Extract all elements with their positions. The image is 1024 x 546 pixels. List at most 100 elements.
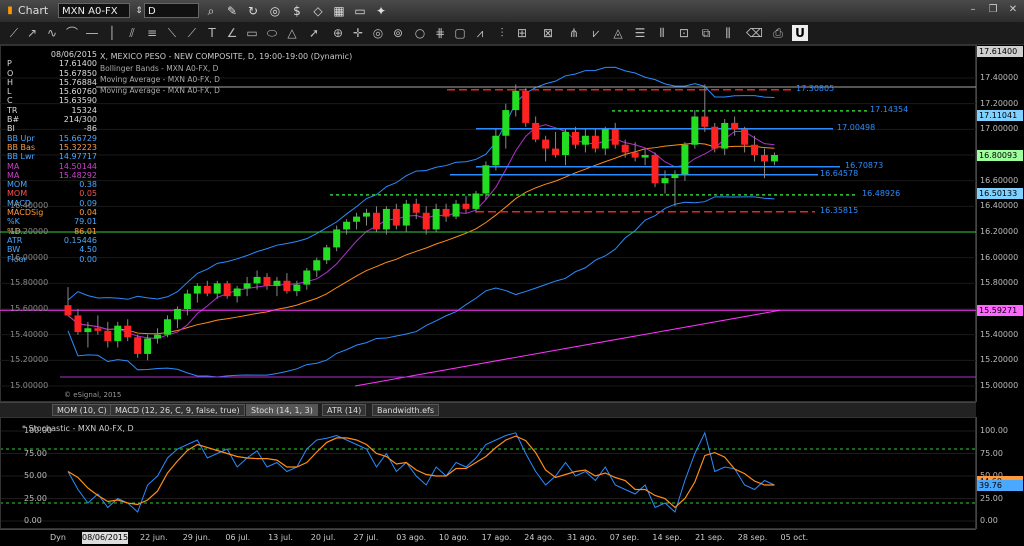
price-level-label: 17.00498 bbox=[837, 122, 876, 132]
tab-atr[interactable]: ATR (14) bbox=[322, 404, 367, 416]
candle-body bbox=[721, 122, 729, 149]
tab-bandwidth[interactable]: Bandwidth.efs bbox=[372, 404, 440, 416]
candle-body bbox=[333, 229, 341, 248]
candle-body bbox=[134, 337, 142, 354]
candle-body bbox=[392, 208, 400, 226]
info-label: %K bbox=[7, 217, 20, 227]
info-value: 15.63590 bbox=[58, 96, 97, 106]
info-label: H bbox=[7, 77, 14, 87]
price-tick-label: 15.40000 bbox=[980, 329, 1019, 339]
candle-body bbox=[522, 90, 530, 123]
candle-body bbox=[581, 135, 589, 145]
candle-body bbox=[661, 178, 669, 184]
info-value: 0.05 bbox=[79, 189, 97, 199]
candle-body bbox=[641, 155, 649, 158]
candle-body bbox=[173, 309, 181, 320]
info-value: 15.60760 bbox=[58, 87, 97, 97]
price-tick-label: 17.20000 bbox=[980, 98, 1019, 108]
candle-body bbox=[542, 139, 550, 149]
cursor-date: 08/06/2015 bbox=[82, 532, 129, 544]
tab-macd[interactable]: MACD (12, 26, C, 9, false, true) bbox=[110, 404, 245, 416]
time-tick-label: 10 ago. bbox=[438, 533, 469, 542]
time-tick-label: 03 ago. bbox=[396, 533, 427, 542]
price-axis-tag: 17.11041 bbox=[977, 110, 1023, 122]
info-label: MA bbox=[7, 161, 20, 171]
candle-body bbox=[761, 155, 768, 162]
info-value: 15.32223 bbox=[58, 142, 97, 152]
candle-body bbox=[422, 212, 430, 230]
price-tick-label: 17.40000 bbox=[980, 73, 1019, 82]
left-price-tick-label: 15.40000 bbox=[10, 329, 49, 339]
info-row: C 15.63590 bbox=[5, 96, 97, 105]
info-value: 14.97717 bbox=[58, 152, 97, 162]
stoch-left-tick-label: 0.00 bbox=[24, 516, 42, 525]
info-row: MOM 0.05 bbox=[5, 189, 97, 198]
candle-body bbox=[631, 152, 639, 158]
info-row: O 15.67850 bbox=[5, 69, 97, 78]
candle-body bbox=[183, 293, 191, 309]
info-label: TR bbox=[7, 105, 18, 115]
candle-body bbox=[681, 144, 689, 175]
info-value: 4.50 bbox=[79, 245, 97, 255]
info-value: 15.48292 bbox=[58, 170, 97, 180]
candle-body bbox=[223, 283, 231, 297]
info-label: C bbox=[7, 96, 13, 106]
tab-mom[interactable]: MOM (10, C) bbox=[52, 404, 112, 416]
price-level-label: 16.48926 bbox=[862, 188, 901, 198]
info-value: 15.66729 bbox=[58, 133, 97, 143]
info-label: ATR bbox=[7, 235, 23, 245]
time-tick-label: 13 jul. bbox=[268, 533, 293, 542]
info-value: 79.01 bbox=[74, 217, 97, 227]
time-tick-label: 21 sep. bbox=[695, 533, 725, 542]
bollinger-upper-line bbox=[67, 66, 775, 301]
price-level-label: 17.14354 bbox=[870, 104, 909, 114]
price-level-label: 16.64578 bbox=[820, 168, 859, 178]
time-axis[interactable]: Dyn 08/06/2015 22 jun. 29 jun. 06 jul. 13 j… bbox=[0, 529, 976, 546]
candle-body bbox=[432, 208, 440, 230]
info-label: BI bbox=[7, 124, 15, 134]
legend-ma-2: Moving Average - MXN A0-FX, D bbox=[100, 86, 220, 95]
candle-body bbox=[154, 334, 162, 339]
copyright: © eSignal, 2015 bbox=[64, 391, 122, 399]
info-date-row: 08/06/2015 bbox=[5, 50, 97, 59]
candle-body bbox=[203, 285, 211, 294]
info-value: 0.38 bbox=[79, 180, 97, 190]
time-tick-label: 28 sep. bbox=[737, 533, 768, 542]
price-level-label: 16.35815 bbox=[820, 205, 859, 215]
stoch-tick-label: 75.00 bbox=[980, 448, 1003, 458]
candle-body bbox=[144, 338, 152, 354]
candle-body bbox=[114, 325, 122, 342]
info-row: MA 15.48292 bbox=[5, 171, 97, 180]
info-value: 15.67850 bbox=[58, 68, 97, 78]
stoch-tick-label: 100.00 bbox=[980, 426, 1008, 435]
price-axis-tag: 15.59271 bbox=[977, 304, 1023, 316]
info-label: MOM bbox=[7, 189, 28, 199]
info-row: BB Bas 15.32223 bbox=[5, 143, 97, 152]
info-value: 0.15446 bbox=[63, 235, 97, 245]
candle-body bbox=[691, 116, 699, 145]
price-tick-label: 15.80000 bbox=[980, 278, 1019, 288]
candle-body bbox=[273, 280, 281, 286]
candle-body bbox=[611, 129, 619, 145]
restore-icon[interactable]: ❐ bbox=[986, 3, 1000, 17]
time-tick-label: 22 jun. bbox=[140, 533, 168, 542]
close-icon[interactable]: ✕ bbox=[1006, 3, 1020, 17]
candle-body bbox=[293, 284, 301, 292]
info-row: %K 79.01 bbox=[5, 217, 97, 226]
price-tick-label: 16.00000 bbox=[980, 252, 1019, 262]
stochastic-panel[interactable] bbox=[0, 417, 976, 529]
time-tick-label: 20 jul. bbox=[310, 533, 336, 542]
candle-body bbox=[213, 283, 221, 294]
info-value: 14.50144 bbox=[58, 161, 97, 171]
left-price-tick-label: 15.20000 bbox=[10, 355, 49, 365]
candle-body bbox=[770, 155, 778, 162]
price-axis-tag: 16.50133 bbox=[977, 188, 1023, 200]
candle-body bbox=[193, 285, 201, 294]
stoch-tick-label: 25.00 bbox=[980, 493, 1003, 503]
tab-stoch[interactable]: Stoch (14, 1, 3) bbox=[246, 404, 318, 416]
price-tick-label: 16.60000 bbox=[980, 175, 1019, 185]
candle-body bbox=[532, 122, 540, 140]
candle-body bbox=[124, 325, 132, 338]
candle-body bbox=[512, 90, 520, 111]
candle-body bbox=[591, 135, 599, 149]
